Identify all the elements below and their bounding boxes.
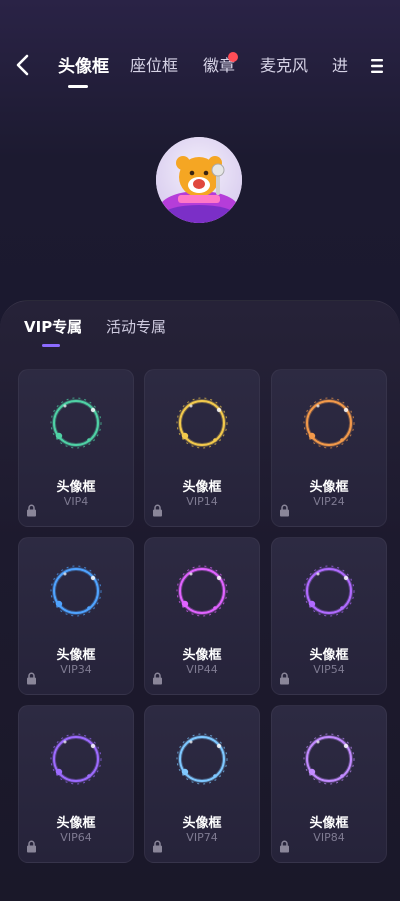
subtab-vip[interactable]: VIP专属 — [24, 316, 82, 337]
menu-icon[interactable] — [366, 56, 388, 76]
frame-icon — [176, 565, 228, 617]
lock-icon — [280, 840, 289, 853]
badge-notification-dot — [228, 52, 238, 62]
frame-card[interactable]: 头像框 VIP34 — [18, 537, 134, 695]
active-tab-indicator — [68, 85, 88, 88]
tab-entrance[interactable]: 进 — [332, 52, 348, 76]
tab-microphone[interactable]: 麦克风 — [260, 52, 308, 76]
frame-card[interactable]: 头像框 VIP44 — [144, 537, 260, 695]
frame-name: 头像框 — [56, 816, 96, 831]
frame-name: 头像框 — [309, 648, 349, 663]
frame-name: 头像框 — [182, 648, 222, 663]
frame-card[interactable]: 头像框 VIP74 — [144, 705, 260, 863]
lock-icon — [153, 504, 162, 517]
frame-icon — [50, 397, 102, 449]
frame-card[interactable]: 头像框 VIP64 — [18, 705, 134, 863]
avatar-preview — [156, 137, 242, 223]
lock-icon — [27, 672, 36, 685]
lock-icon — [27, 840, 36, 853]
frame-name: 头像框 — [56, 480, 96, 495]
frame-card[interactable]: 头像框 VIP14 — [144, 369, 260, 527]
lock-icon — [27, 504, 36, 517]
subtab-indicator — [42, 344, 60, 347]
avatar-image — [156, 137, 242, 223]
lock-icon — [153, 672, 162, 685]
back-arrow-icon[interactable] — [12, 52, 34, 78]
frame-icon — [50, 565, 102, 617]
subtab-activity[interactable]: 活动专属 — [106, 316, 166, 337]
lock-icon — [280, 504, 289, 517]
frame-icon — [303, 397, 355, 449]
frame-name: 头像框 — [309, 480, 349, 495]
top-bar: 头像框 座位框 徽章 麦克风 进 — [0, 0, 400, 110]
frame-card[interactable]: 头像框 VIP24 — [271, 369, 387, 527]
frame-card[interactable]: 头像框 VIP84 — [271, 705, 387, 863]
lock-icon — [280, 672, 289, 685]
frame-name: 头像框 — [309, 816, 349, 831]
frame-icon — [50, 733, 102, 785]
lock-icon — [153, 840, 162, 853]
frame-icon — [176, 397, 228, 449]
frame-card[interactable]: 头像框 VIP54 — [271, 537, 387, 695]
frame-icon — [176, 733, 228, 785]
frame-name: 头像框 — [182, 816, 222, 831]
frame-icon — [303, 565, 355, 617]
frame-card[interactable]: 头像框 VIP4 — [18, 369, 134, 527]
tab-seat-frame[interactable]: 座位框 — [130, 52, 178, 76]
frame-name: 头像框 — [56, 648, 96, 663]
tab-avatar-frame[interactable]: 头像框 — [58, 52, 109, 77]
category-tabs: 头像框 座位框 徽章 麦克风 进 — [58, 52, 358, 82]
frame-name: 头像框 — [182, 480, 222, 495]
frame-icon — [303, 733, 355, 785]
